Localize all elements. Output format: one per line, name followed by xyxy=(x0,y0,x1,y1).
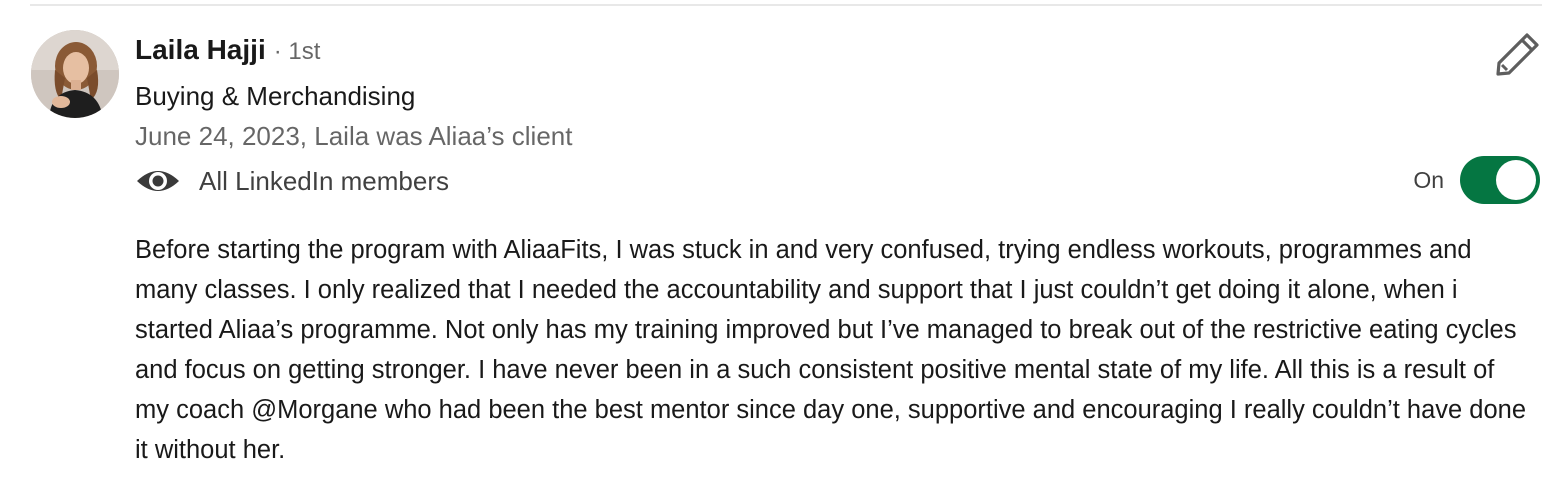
recommendation-card: Laila Hajji · 1st Buying & Merchandising… xyxy=(0,0,1560,486)
author-line: Laila Hajji · 1st xyxy=(135,34,320,66)
recommendation-meta: June 24, 2023, Laila was Aliaa’s client xyxy=(135,121,573,151)
author-headline: Buying & Merchandising xyxy=(135,81,416,111)
profile-photo xyxy=(31,30,119,118)
visibility-toggle[interactable] xyxy=(1460,156,1540,204)
toggle-knob xyxy=(1496,160,1536,200)
visibility-label: All LinkedIn members xyxy=(199,165,449,196)
toggle-label: On xyxy=(1413,166,1444,193)
connection-degree: · 1st xyxy=(273,38,321,65)
eye-icon xyxy=(135,163,181,199)
recommendation-text: Before starting the program with AliaaFi… xyxy=(135,236,1527,464)
visibility-row: All LinkedIn members xyxy=(135,163,449,199)
avatar[interactable] xyxy=(31,30,119,118)
author-name[interactable]: Laila Hajji xyxy=(135,34,266,66)
divider xyxy=(30,4,1542,6)
pencil-icon[interactable] xyxy=(1494,30,1542,78)
visibility-toggle-group: On xyxy=(1413,156,1540,204)
